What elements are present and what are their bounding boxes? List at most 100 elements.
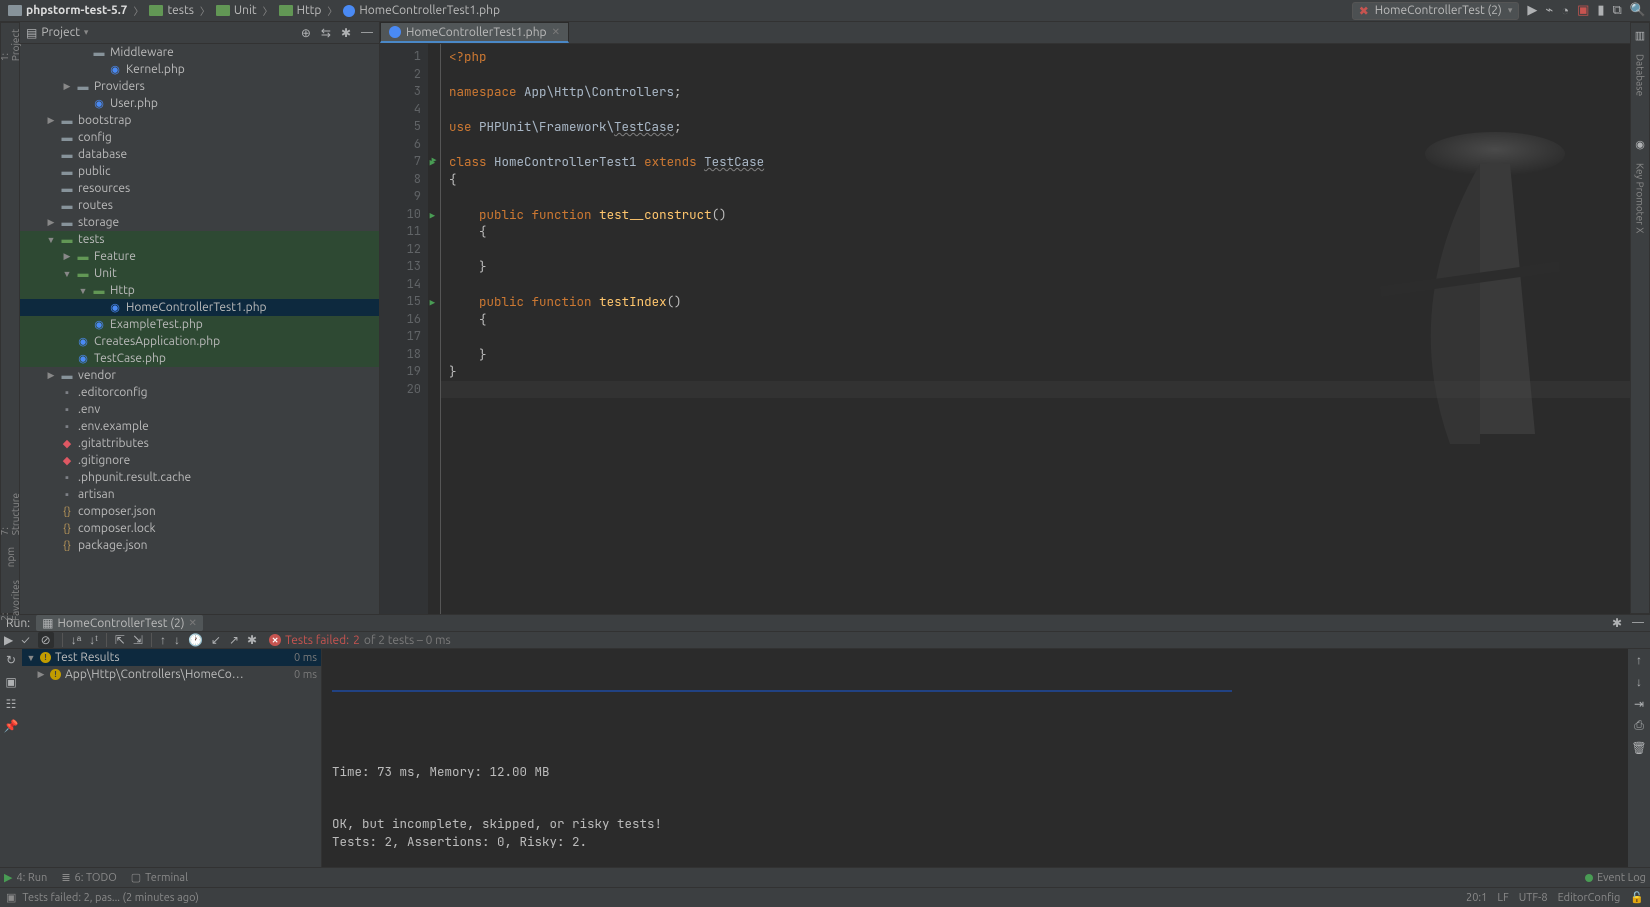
breadcrumb-seg-tests[interactable]: tests [145,4,197,17]
tree-folder[interactable]: ▬database [20,146,379,163]
settings-icon[interactable]: ✱ [1612,616,1622,630]
file-encoding[interactable]: UTF-8 [1519,892,1548,904]
stripe-database-tab[interactable]: Database [1635,54,1646,96]
indent-settings[interactable]: EditorConfig [1558,892,1621,904]
tree-arrow-icon[interactable] [46,235,56,245]
run-tab[interactable]: ▦ HomeControllerTest (2) ✕ [36,615,203,631]
import-tests-button[interactable]: ↙ [211,633,221,647]
tree-folder[interactable]: ▬Middleware [20,44,379,61]
run-button[interactable]: ▶ [1527,3,1537,18]
breadcrumb-file[interactable]: HomeControllerTest1.php [339,4,504,17]
run-line-gutter-icon[interactable]: ▶ [430,208,435,226]
clear-button[interactable]: 🗑 [1631,741,1646,755]
tree-arrow-icon[interactable] [46,217,56,228]
export-tests-button[interactable]: ↗ [229,633,239,647]
stripe-project-tab[interactable]: 1: Project [0,29,21,61]
tree-file[interactable]: ▪.phpunit.result.cache [20,469,379,486]
toggle-autotest-button[interactable]: ▣ [5,675,16,689]
tree-folder[interactable]: ▬Unit [20,265,379,282]
search-everywhere-button[interactable]: 🔍 [1630,3,1646,18]
test-console-output[interactable]: Time: 73 ms, Memory: 12.00 MB OK, but in… [322,649,1628,891]
project-header-title[interactable]: Project [41,26,80,39]
tree-file[interactable]: ◉Kernel.php [20,61,379,78]
run-line-gutter-icon[interactable]: ▶ [430,295,435,313]
caret-position[interactable]: 20:1 [1466,892,1487,904]
hide-button[interactable]: — [361,26,373,39]
stripe-npm-tab[interactable]: npm [5,547,16,567]
rerun-button[interactable]: ▶ [4,633,13,647]
tree-arrow-icon[interactable] [26,653,36,663]
test-results-tree[interactable]: ! Test Results 0 ms ! App\Http\Controlle… [22,649,322,891]
rerun-failed-button[interactable]: ↻ [6,653,16,667]
tree-file[interactable]: ◆.gitignore [20,452,379,469]
tree-arrow-icon[interactable] [62,269,72,279]
sort-alpha-button[interactable]: ↓ᵃ [71,633,81,647]
debug-button[interactable]: ⌁ [1545,3,1553,18]
close-tab-icon[interactable]: ✕ [189,617,197,629]
stripe-keypromoter-tab[interactable]: Key Promoter X [1635,163,1646,233]
stripe-icon[interactable]: ◉ [1635,138,1645,151]
tree-folder[interactable]: ▬storage [20,214,379,231]
tree-file[interactable]: ▪.env [20,401,379,418]
soft-wrap-button[interactable]: ⇥ [1634,697,1644,711]
pin-button[interactable]: 📌 [4,719,19,733]
line-separator[interactable]: LF [1497,892,1508,904]
status-message-icon[interactable]: ▣ [6,891,16,904]
tree-arrow-icon[interactable] [78,286,88,296]
chevron-down-icon[interactable]: ▾ [84,27,89,38]
tree-file[interactable]: ◉CreatesApplication.php [20,333,379,350]
tool-tab-terminal[interactable]: ▢ Terminal [131,871,188,884]
tree-folder[interactable]: ▬routes [20,197,379,214]
hide-icon[interactable]: — [1632,616,1644,630]
settings-button[interactable]: ✱ [341,26,351,40]
editor-gutter[interactable]: 1234567▶8910▶1112131415▶1617181920 [380,44,428,614]
tree-folder[interactable]: ▬vendor [20,367,379,384]
tree-folder[interactable]: ▬Http [20,282,379,299]
tree-arrow-icon[interactable] [36,669,46,680]
editor-code[interactable]: <?php namespace App\Http\Controllers; us… [440,44,1630,614]
locate-button[interactable]: ⊕ [301,26,311,40]
scroll-up-button[interactable]: ↑ [1636,653,1642,667]
test-history-button[interactable]: 🕐 [188,633,203,647]
dump-threads-button[interactable]: ☷ [6,697,17,711]
tree-file[interactable]: {}package.json [20,537,379,554]
tree-arrow-icon[interactable] [46,115,56,126]
tree-folder[interactable]: ▬config [20,129,379,146]
tree-file[interactable]: ◉TestCase.php [20,350,379,367]
tree-file[interactable]: ◉User.php [20,95,379,112]
tree-folder[interactable]: ▬Feature [20,248,379,265]
stripe-favorites-tab[interactable]: 2: Favorites [0,580,21,621]
tree-file[interactable]: {}composer.json [20,503,379,520]
run-configuration-selector[interactable]: ✖ HomeControllerTest (2) ▾ [1352,2,1520,20]
lock-icon[interactable]: 🔓 [1630,891,1644,904]
editor-body[interactable]: 1234567▶8910▶1112131415▶1617181920 <?php… [380,44,1630,614]
tool-tab-todo[interactable]: ≣ 6: TODO [61,871,116,884]
close-tab-icon[interactable]: ✕ [552,26,560,38]
tree-folder[interactable]: ▬tests [20,231,379,248]
test-settings-button[interactable]: ✱ [247,633,257,647]
collapse-all-button[interactable]: ⇲ [133,633,143,647]
tree-arrow-icon[interactable] [62,251,72,262]
tree-arrow-icon[interactable] [46,370,56,381]
status-message[interactable]: Tests failed: 2, pas... (2 minutes ago) [22,892,198,904]
tree-file[interactable]: ▪artisan [20,486,379,503]
stripe-structure-tab[interactable]: 7: Structure [0,493,21,535]
tree-file[interactable]: ▪.env.example [20,418,379,435]
print-button[interactable]: ⎙ [1634,719,1644,733]
stripe-icon[interactable]: ▥ [1635,29,1645,42]
editor-tab-active[interactable]: HomeControllerTest1.php ✕ [380,22,569,43]
test-node[interactable]: ! App\Http\Controllers\HomeController1 0… [22,666,321,683]
breadcrumb-root[interactable]: phpstorm-test-5.7 [4,4,131,17]
run-line-gutter-icon[interactable]: ▶ [430,155,435,173]
breadcrumb-seg-http[interactable]: Http [275,4,326,17]
scroll-down-button[interactable]: ↓ [1636,675,1642,689]
prev-test-button[interactable]: ↑ [160,633,166,647]
layout-button[interactable]: ⧉ [1613,3,1622,18]
coverage-button[interactable]: ◔ [1561,3,1569,18]
tree-arrow-icon[interactable] [62,81,72,92]
tool-tab-event-log[interactable]: Event Log [1585,872,1646,884]
sort-duration-button[interactable]: ↓ᵗ [89,633,98,647]
toggle-passed-button[interactable]: ✓ [21,634,29,647]
breadcrumb-seg-unit[interactable]: Unit [212,4,261,17]
project-tree[interactable]: ▬Middleware◉Kernel.php▬Providers◉User.ph… [20,44,379,614]
